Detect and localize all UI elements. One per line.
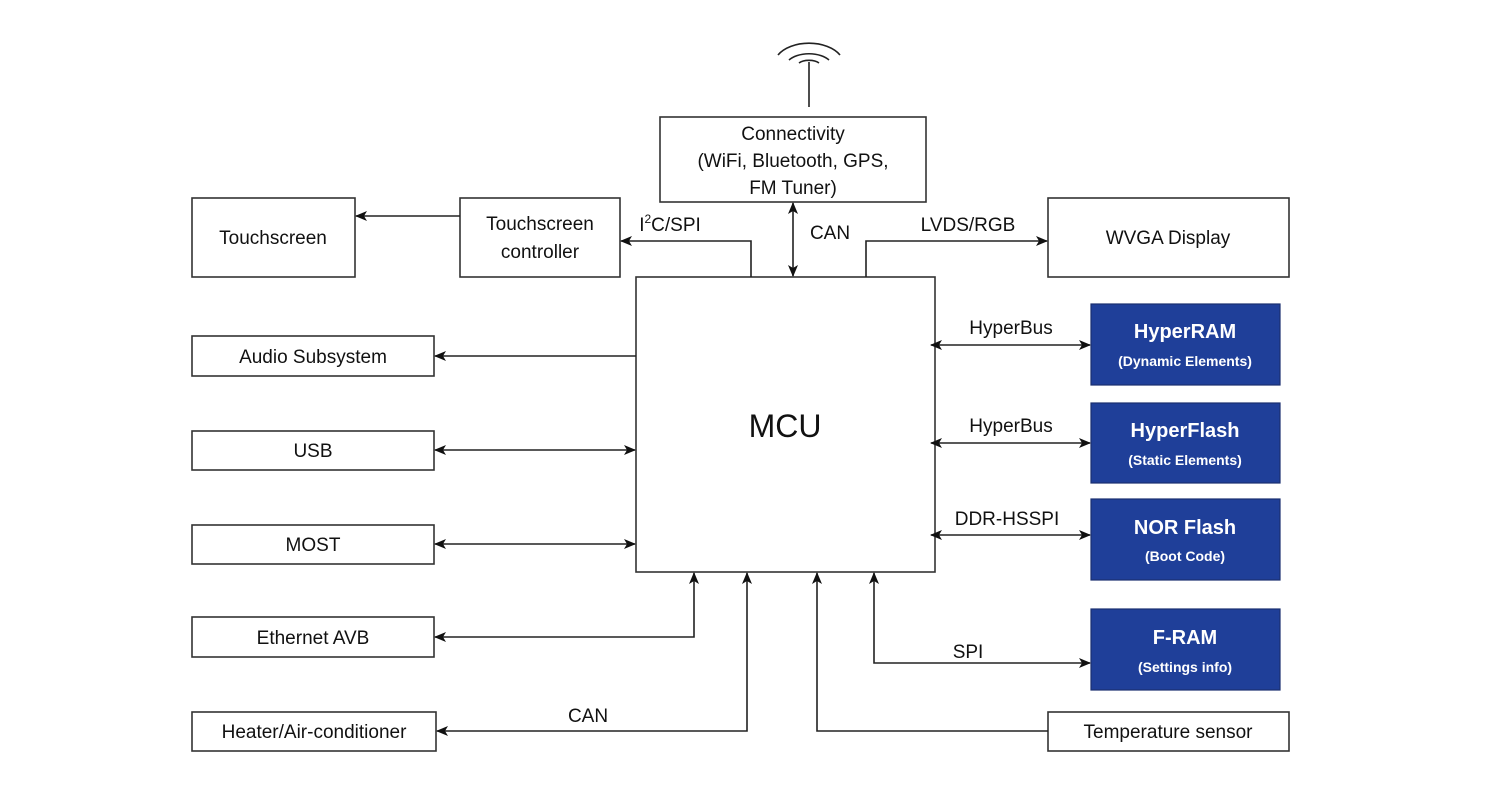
hyperflash-block: HyperFlash (Static Elements) (1090, 402, 1281, 484)
touchscreen-controller-line1: Touchscreen (486, 214, 594, 235)
can-top-label: CAN (810, 223, 850, 244)
mcu-block: MCU (635, 276, 936, 573)
ethernet-avb-label: Ethernet AVB (257, 628, 370, 649)
heater-label: Heater/Air-conditioner (222, 722, 407, 743)
temperature-link (812, 572, 1048, 732)
mcu-label: MCU (749, 408, 822, 444)
lvds-rgb-link (865, 236, 1048, 277)
i2c-spi-link (620, 236, 752, 277)
hyperbus-label-2: HyperBus (969, 416, 1052, 437)
heater-block: Heater/Air-conditioner (191, 711, 437, 752)
lvds-rgb-label: LVDS/RGB (921, 215, 1016, 236)
f-ram-title: F-RAM (1153, 627, 1217, 649)
connectivity-block: Connectivity (WiFi, Bluetooth, GPS, FM T… (659, 116, 927, 203)
temperature-sensor-label: Temperature sensor (1084, 722, 1254, 743)
i2c-spi-label: I2C/SPI (639, 212, 701, 236)
most-block: MOST (191, 524, 435, 565)
connectivity-line1: Connectivity (741, 124, 845, 145)
f-ram-subtitle: (Settings info) (1138, 659, 1232, 675)
usb-label: USB (293, 441, 332, 462)
hyperflash-subtitle: (Static Elements) (1128, 452, 1242, 468)
touchscreen-controller-block: Touchscreen controller (459, 197, 621, 278)
temperature-sensor-block: Temperature sensor (1047, 711, 1290, 752)
hyperram-title: HyperRAM (1134, 321, 1236, 343)
ddr-hsspi-label: DDR-HSSPI (955, 509, 1060, 530)
ethernet-avb-block: Ethernet AVB (191, 616, 435, 658)
can-bottom-label: CAN (568, 706, 608, 727)
audio-subsystem-block: Audio Subsystem (191, 335, 435, 377)
antenna-icon (777, 42, 841, 107)
touchscreen-controller-line2: controller (501, 242, 580, 263)
touchscreen-label: Touchscreen (219, 228, 327, 249)
wvga-display-block: WVGA Display (1047, 197, 1290, 278)
hyperram-block: HyperRAM (Dynamic Elements) (1090, 303, 1281, 386)
spi-label: SPI (953, 642, 984, 663)
connectivity-line2: (WiFi, Bluetooth, GPS, (697, 151, 888, 172)
wvga-display-label: WVGA Display (1106, 228, 1231, 249)
most-label: MOST (286, 535, 341, 556)
audio-subsystem-label: Audio Subsystem (239, 347, 387, 368)
usb-block: USB (191, 430, 435, 471)
touchscreen-block: Touchscreen (191, 197, 356, 278)
nor-flash-subtitle: (Boot Code) (1145, 548, 1225, 564)
nor-flash-title: NOR Flash (1134, 517, 1236, 539)
ethernet-link (434, 572, 699, 642)
connectivity-line3: FM Tuner) (749, 178, 837, 199)
mcu-block-diagram: Connectivity (WiFi, Bluetooth, GPS, FM T… (191, 42, 1290, 752)
nor-flash-block: NOR Flash (Boot Code) (1090, 498, 1281, 581)
hyperbus-label-1: HyperBus (969, 318, 1052, 339)
hyperram-subtitle: (Dynamic Elements) (1118, 353, 1252, 369)
hyperflash-title: HyperFlash (1131, 420, 1240, 442)
f-ram-block: F-RAM (Settings info) (1090, 608, 1281, 691)
